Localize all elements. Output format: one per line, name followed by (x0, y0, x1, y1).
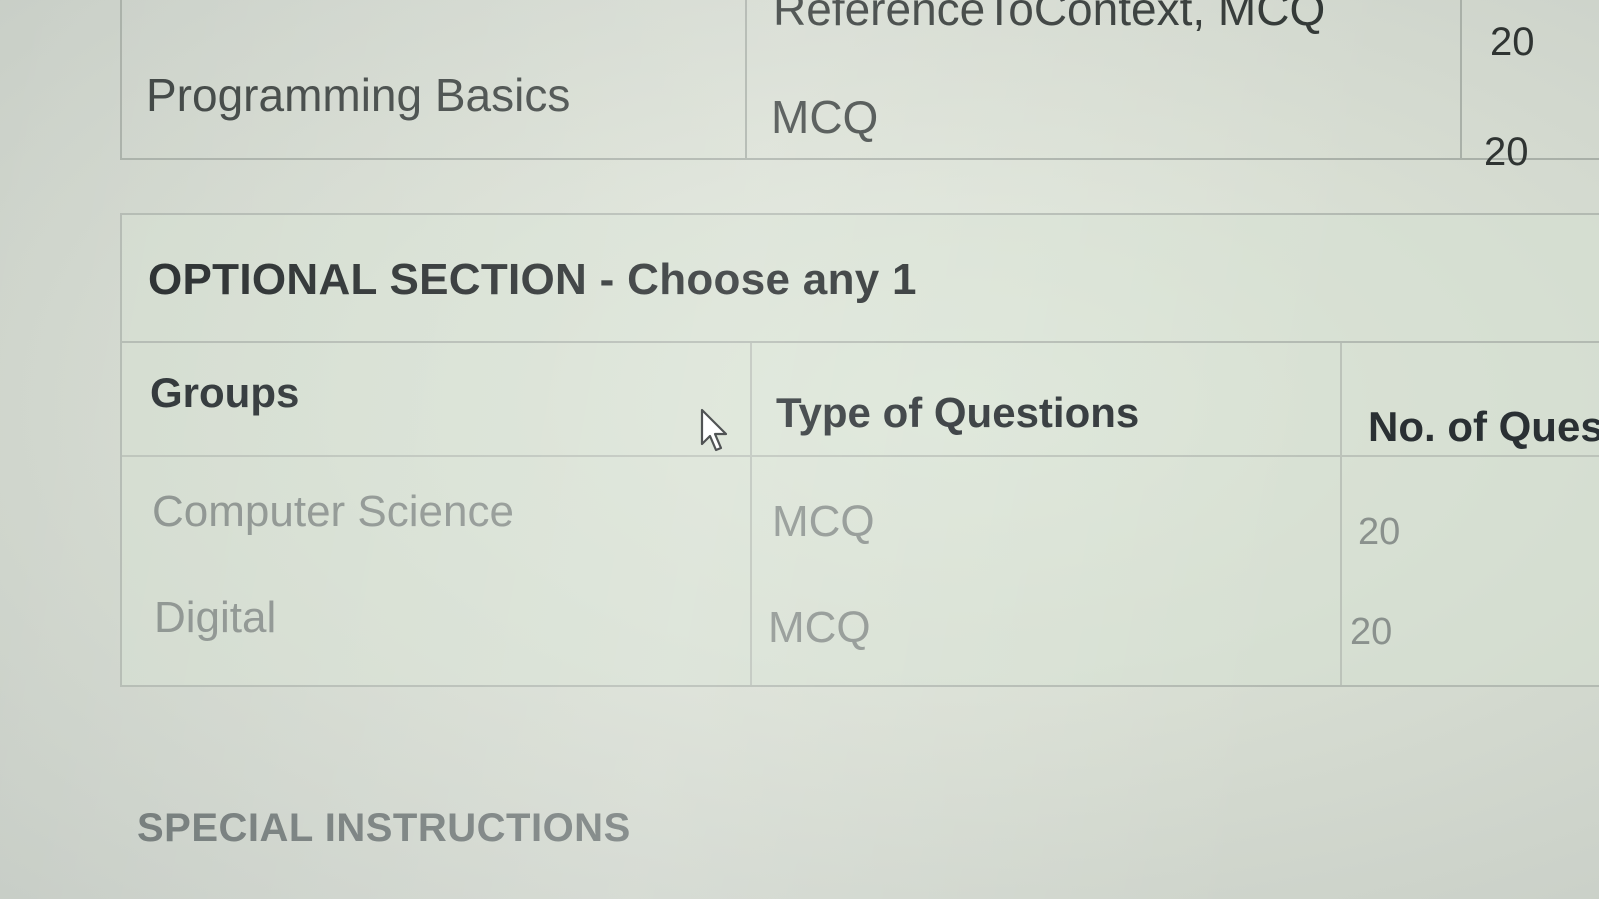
count-cell: 20 (1358, 511, 1401, 553)
group-cell-digital: Digital (154, 593, 277, 642)
optional-section-table: OPTIONAL SECTION - Choose any 1 Groups T… (120, 213, 1599, 687)
type-cell: MCQ (772, 497, 875, 546)
top-table-groups-column: Programming Basics (120, 0, 747, 160)
column-divider (1340, 343, 1342, 685)
top-table-count-cell: 20 (1484, 130, 1529, 174)
top-table-count-column: 20 20 (1462, 0, 1599, 174)
type-cell: MCQ (768, 603, 871, 652)
column-header-number-of-questions: No. of Ques (1368, 403, 1599, 450)
group-cell-computer-science: Computer Science (152, 487, 514, 536)
column-divider (750, 343, 752, 685)
column-header-groups: Groups (150, 369, 300, 416)
top-table-types-cell: MCQ (771, 91, 879, 143)
optional-section-header: OPTIONAL SECTION - Choose any 1 (122, 215, 1599, 343)
main-section-table: Programming Basics ReferenceToContext, M… (120, 0, 1599, 174)
special-instructions-heading: SPECIAL INSTRUCTIONS (137, 806, 631, 850)
count-cell: 20 (1350, 611, 1393, 653)
column-header-type-of-questions: Type of Questions (776, 389, 1140, 436)
top-table-count-cell: 20 (1490, 20, 1535, 64)
screen: Programming Basics ReferenceToContext, M… (0, 0, 1599, 899)
header-row-divider (122, 455, 1599, 457)
optional-section-title: OPTIONAL SECTION - Choose any 1 (148, 255, 917, 304)
top-table-types-column: ReferenceToContext, MCQ MCQ (745, 0, 1462, 160)
top-table-group-cell: Programming Basics (146, 69, 571, 121)
mouse-pointer-icon (700, 408, 728, 452)
top-table-types-cell: ReferenceToContext, MCQ (773, 0, 1326, 35)
